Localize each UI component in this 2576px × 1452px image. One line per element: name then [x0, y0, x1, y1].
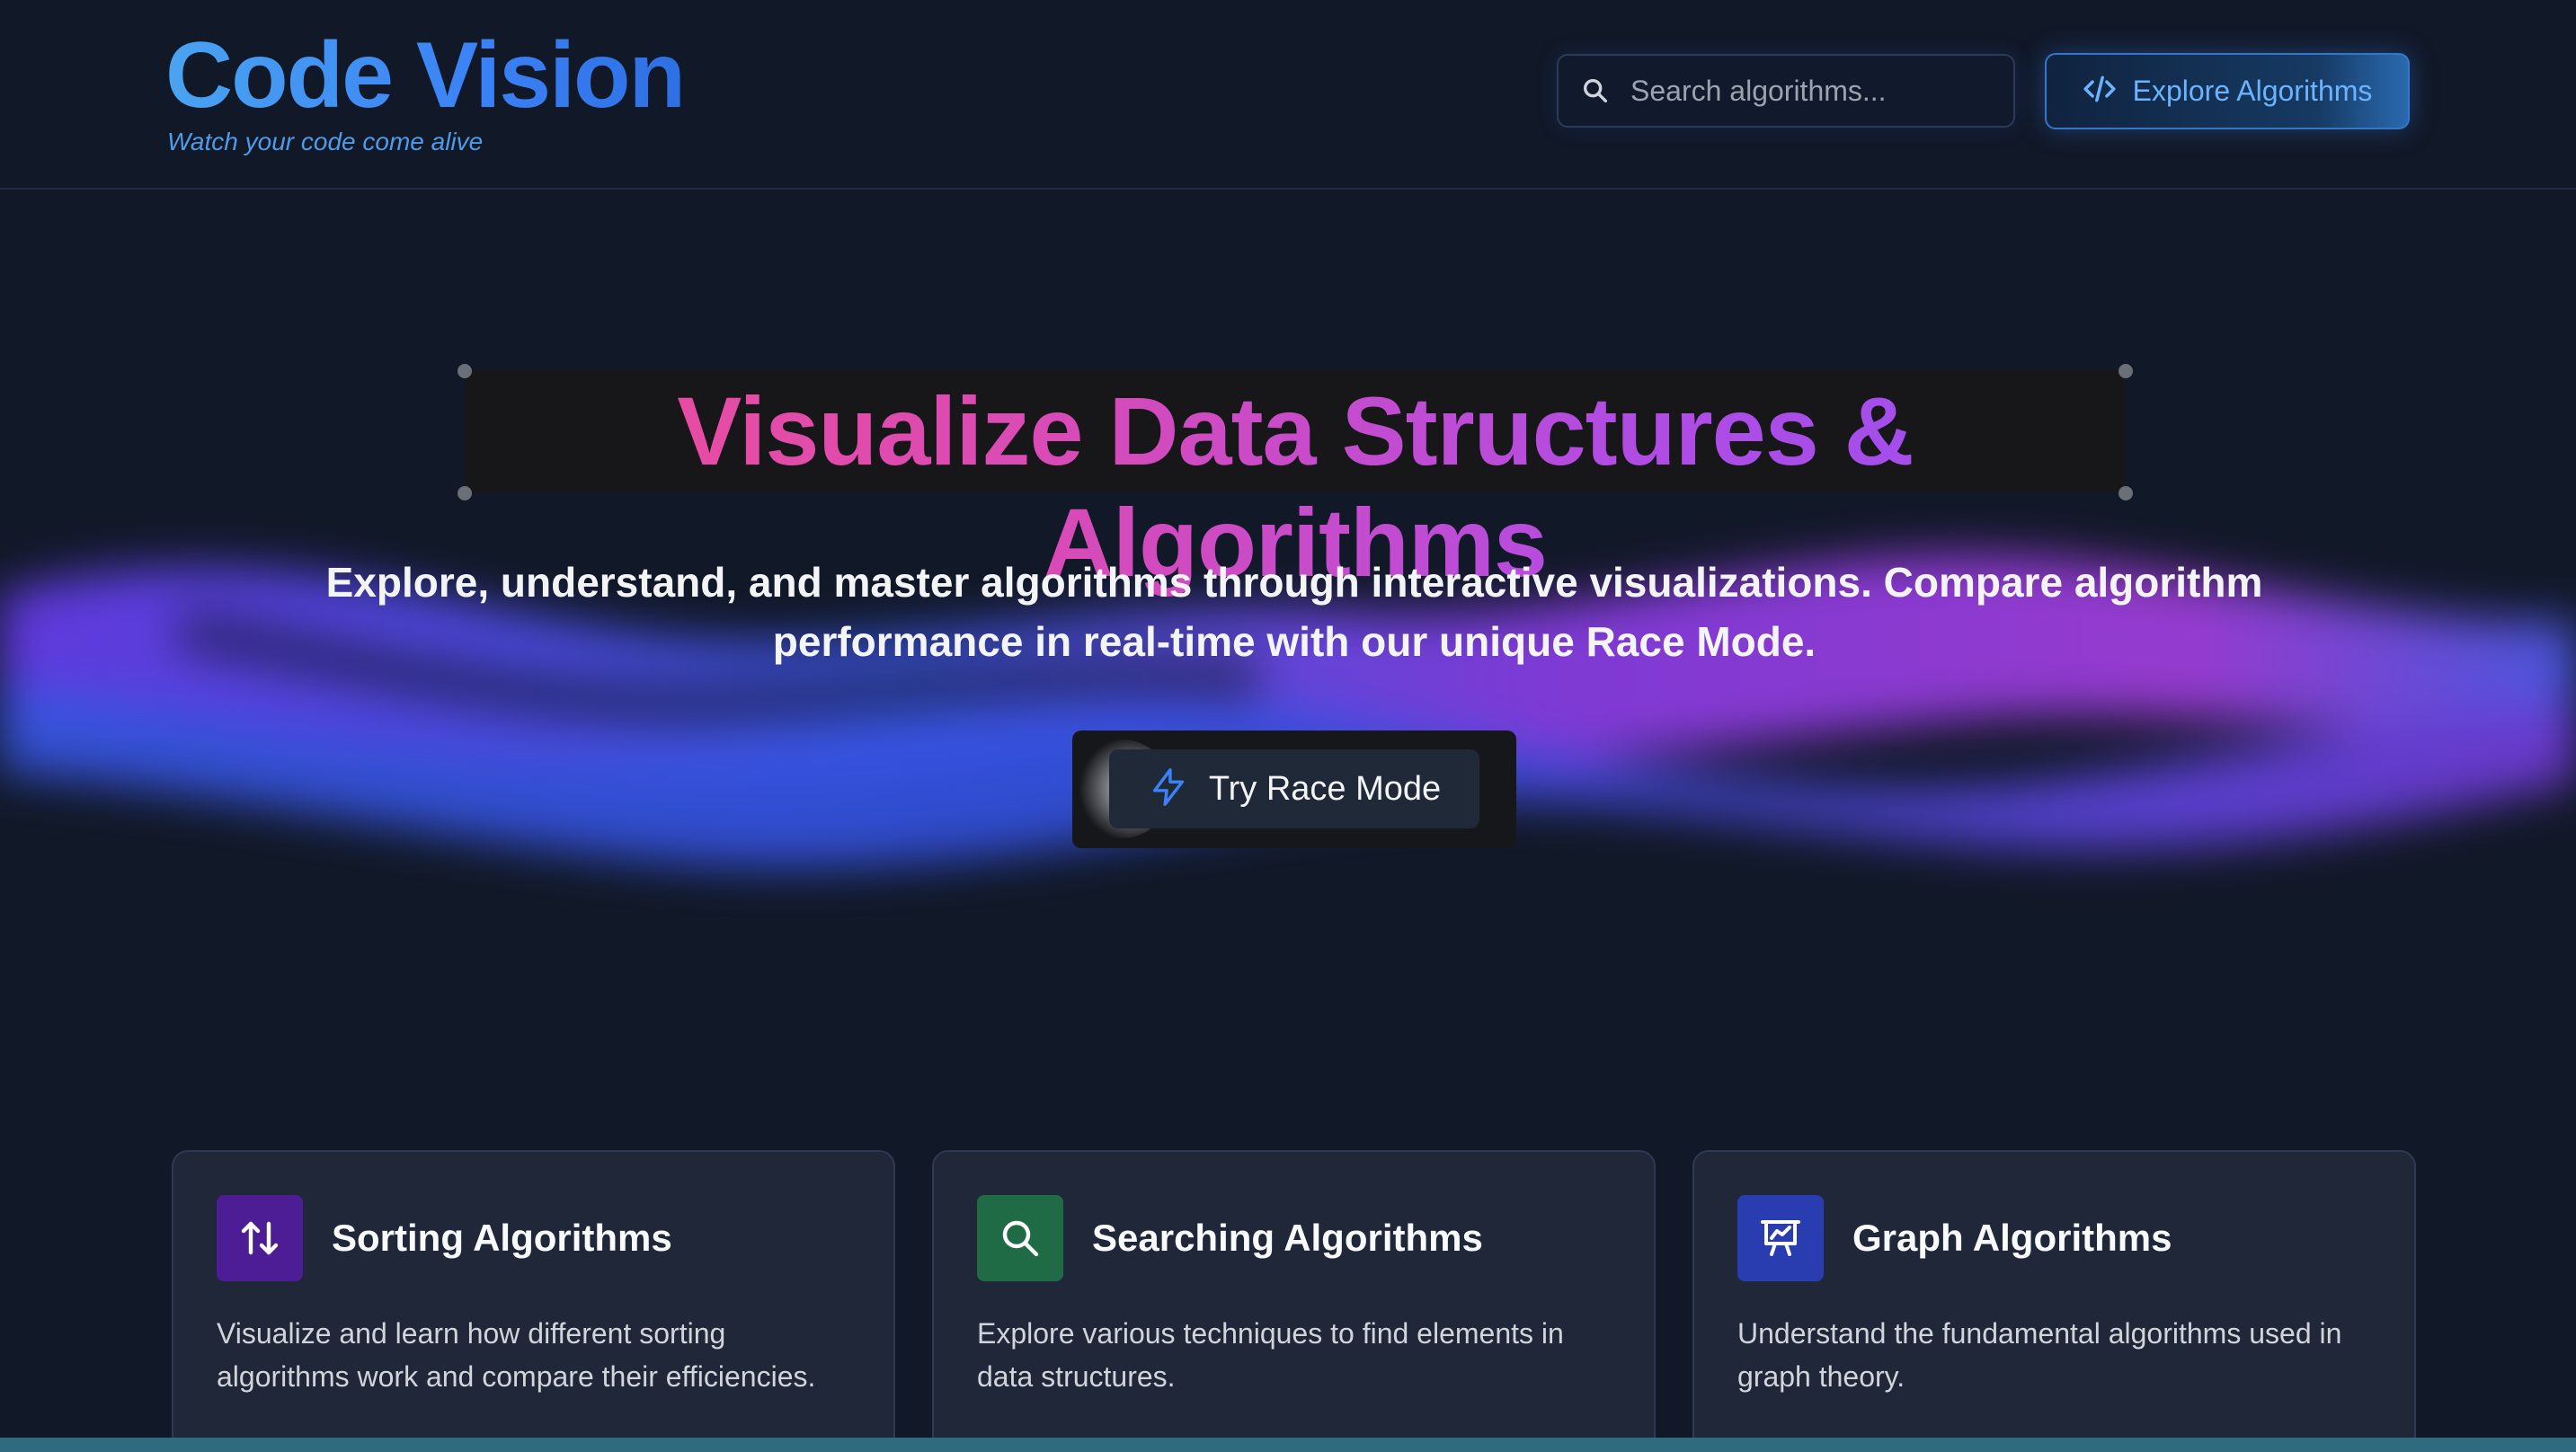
logo-text[interactable]: Code Vision [165, 26, 686, 125]
explore-algorithms-label: Explore Algorithms [2132, 75, 2373, 107]
search-input[interactable] [1630, 56, 2013, 126]
card-description: Understand the fundamental algorithms us… [1737, 1317, 2342, 1393]
card-sorting-algorithms[interactable]: Sorting Algorithms Visualize and learn h… [172, 1150, 895, 1452]
card-graph-algorithms[interactable]: Graph Algorithms Understand the fundamen… [1692, 1150, 2416, 1452]
site-header: Code Vision Watch your code come alive E… [0, 0, 2576, 190]
arrows-up-down-icon [217, 1195, 303, 1281]
hero-subtitle-line-2: performance in real-time with our unique… [772, 618, 1817, 665]
code-icon [2083, 72, 2117, 111]
page: Code Vision Watch your code come alive E… [0, 0, 2576, 1452]
try-race-mode-button[interactable]: Try Race Mode [1109, 749, 1479, 828]
try-race-mode-label: Try Race Mode [1208, 769, 1442, 808]
horizontal-scrollbar[interactable] [0, 1438, 2576, 1452]
search-box[interactable] [1557, 54, 2015, 128]
card-title: Searching Algorithms [1092, 1217, 1483, 1259]
card-searching-algorithms[interactable]: Searching Algorithms Explore various tec… [932, 1150, 1656, 1452]
card-title: Sorting Algorithms [332, 1217, 672, 1259]
card-description: Visualize and learn how different sortin… [217, 1317, 816, 1393]
presentation-chart-icon [1737, 1195, 1824, 1281]
search-icon [977, 1195, 1063, 1281]
tagline: Watch your code come alive [167, 128, 484, 155]
card-title: Graph Algorithms [1852, 1217, 2172, 1259]
hero-subtitle-line-1: Explore, understand, and master algorith… [325, 559, 2263, 606]
lightning-icon [1148, 766, 1189, 812]
hero-subtitle: Explore, understand, and master algorith… [216, 553, 2373, 671]
search-icon [1580, 75, 1611, 106]
explore-algorithms-button[interactable]: Explore Algorithms [2045, 53, 2410, 129]
card-description: Explore various techniques to find eleme… [977, 1317, 1564, 1393]
